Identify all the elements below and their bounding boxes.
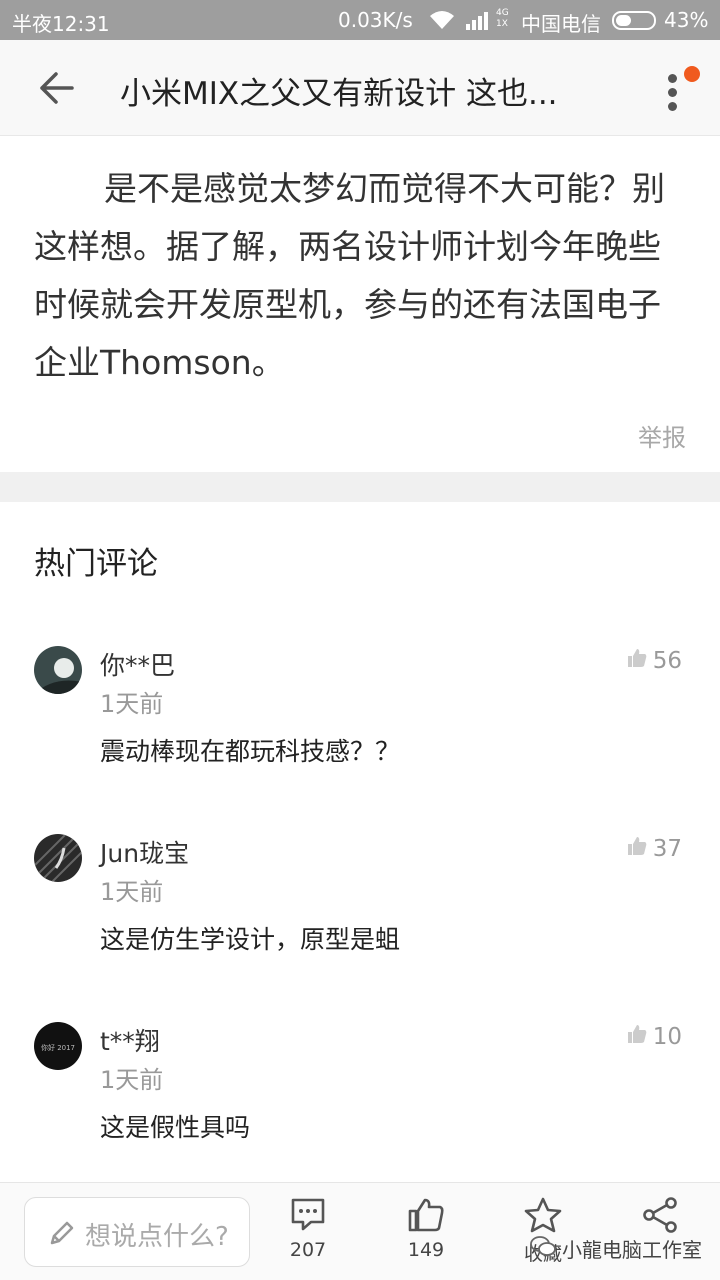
comment-text: 这是仿生学设计，原型是蛆 <box>100 925 401 954</box>
comment-bubble-icon <box>289 1198 327 1237</box>
comment-text: 这是假性具吗 <box>100 1113 251 1142</box>
pencil-icon <box>47 1218 77 1252</box>
page-title: 小米MIX之父又有新设计 这也... <box>120 76 558 112</box>
thumbs-up-icon <box>627 648 647 674</box>
section-divider <box>0 472 720 502</box>
avatar[interactable] <box>34 834 82 882</box>
battery-percent: 43% <box>664 8 709 32</box>
watermark: 小龍电脑工作室 <box>530 1234 702 1263</box>
like-count: 56 <box>652 648 682 674</box>
avatar[interactable] <box>34 646 82 694</box>
network-type-label: 4G 1X <box>496 8 509 29</box>
like-button[interactable]: 37 <box>627 836 682 862</box>
comment-item: 你**巴 1天前 震动棒现在都玩科技感？？ 56 <box>0 646 720 816</box>
like-count: 37 <box>652 836 682 862</box>
thumbs-up-icon <box>407 1198 445 1237</box>
report-link[interactable]: 举报 <box>638 418 686 453</box>
like-article-button[interactable]: 149 <box>391 1197 461 1261</box>
like-button[interactable]: 56 <box>627 648 682 674</box>
hot-comments-title: 热门评论 <box>34 546 158 582</box>
more-menu-icon[interactable] <box>664 66 704 112</box>
share-button[interactable] <box>625 1197 695 1237</box>
comment-author[interactable]: 你**巴 <box>100 646 175 682</box>
battery-level-fill <box>616 15 631 26</box>
network-speed: 0.03K/s <box>338 8 413 32</box>
like-count: 10 <box>652 1024 682 1050</box>
comment-input[interactable]: 想说点什么? <box>24 1197 250 1267</box>
signal-icon <box>466 10 494 35</box>
carrier-name: 中国电信 <box>521 12 601 36</box>
comment-input-placeholder: 想说点什么? <box>85 1222 229 1252</box>
avatar-text: 你好 2017 <box>41 1043 75 1052</box>
comment-author[interactable]: Jun珑宝 <box>100 834 189 870</box>
comment-time: 1天前 <box>100 878 164 906</box>
avatar[interactable]: 你好 2017 <box>34 1022 82 1070</box>
like-button[interactable]: 10 <box>627 1024 682 1050</box>
status-time: 半夜12:31 <box>12 12 110 36</box>
bottom-action-bar: 想说点什么? 207 149 收藏 <box>0 1182 720 1280</box>
notification-dot <box>684 66 700 82</box>
comments-button[interactable]: 207 <box>273 1197 343 1261</box>
like-count: 149 <box>407 1239 445 1261</box>
thumbs-up-icon <box>627 836 647 862</box>
thumbs-up-icon <box>627 1024 647 1050</box>
comment-author[interactable]: t**翔 <box>100 1022 160 1058</box>
wechat-icon <box>530 1235 556 1262</box>
comment-text: 震动棒现在都玩科技感？？ <box>100 737 401 766</box>
app-bar: 小米MIX之父又有新设计 这也... <box>0 40 720 136</box>
watermark-text: 小龍电脑工作室 <box>562 1238 702 1262</box>
comment-item: Jun珑宝 1天前 这是仿生学设计，原型是蛆 37 <box>0 834 720 1004</box>
article-paragraph: 是不是感觉太梦幻而觉得不大可能？别这样想。据了解，两名设计师计划今年晚些时候就会… <box>34 169 665 382</box>
comment-item: 你好 2017 t**翔 1天前 这是假性具吗 10 <box>0 1022 720 1192</box>
comment-time: 1天前 <box>100 1066 164 1094</box>
comment-time: 1天前 <box>100 690 164 718</box>
comment-count: 207 <box>289 1239 327 1261</box>
back-arrow-icon[interactable] <box>36 70 76 106</box>
status-bar: 半夜12:31 0.03K/s 4G 1X 中国电信 43% <box>0 0 720 40</box>
wifi-icon <box>428 9 456 36</box>
battery-icon <box>612 11 656 30</box>
